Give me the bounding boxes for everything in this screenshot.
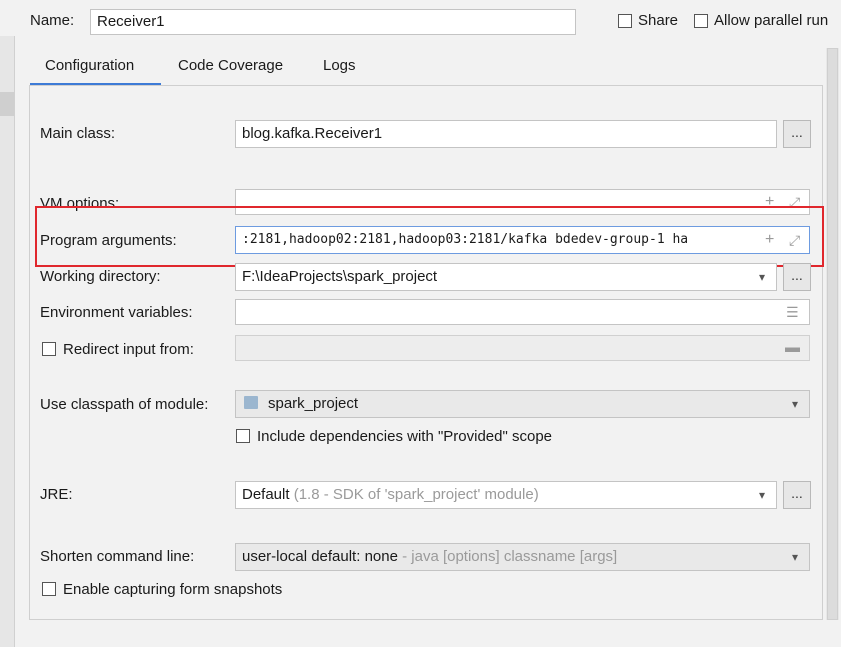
share-label: Share xyxy=(638,12,679,29)
shorten-command-line-label: Shorten command line: xyxy=(40,548,195,565)
redirect-input-folder-icon: ▬ xyxy=(785,339,800,356)
enable-form-snapshots-checkbox[interactable] xyxy=(42,582,56,596)
enable-form-snapshots-label: Enable capturing form snapshots xyxy=(63,581,283,598)
shorten-command-line-select[interactable]: user-local default: none - java [options… xyxy=(235,543,810,571)
main-class-browse-button[interactable]: ... xyxy=(783,120,811,148)
working-directory-input[interactable]: F:\IdeaProjects\spark_project xyxy=(235,263,777,291)
include-dependencies-checkbox[interactable] xyxy=(236,429,250,443)
tab-logs[interactable]: Logs xyxy=(323,55,356,77)
shorten-command-line-chevron-down-icon[interactable]: ▾ xyxy=(792,547,798,567)
redirect-input-checkbox[interactable] xyxy=(42,342,56,356)
shorten-command-line-value: user-local default: none xyxy=(242,548,398,565)
module-folder-icon xyxy=(244,396,258,409)
vertical-scrollbar-thumb[interactable] xyxy=(827,48,838,620)
classpath-module-label: Use classpath of module: xyxy=(40,396,209,413)
left-panel-selected-marker xyxy=(0,92,14,116)
allow-parallel-run-checkbox[interactable] xyxy=(694,14,708,28)
allow-parallel-run-label: Allow parallel run xyxy=(714,12,829,29)
name-input[interactable]: Receiver1 xyxy=(90,9,576,35)
jre-browse-button[interactable]: ... xyxy=(783,481,811,509)
environment-variables-document-icon[interactable]: ☰ xyxy=(786,302,799,322)
main-class-label: Main class: xyxy=(40,125,116,142)
name-label: Name: xyxy=(30,12,75,29)
jre-value: Default xyxy=(242,486,290,503)
include-dependencies-label: Include dependencies with "Provided" sco… xyxy=(257,428,553,445)
redirect-input-label: Redirect input from: xyxy=(63,341,194,358)
jre-hint: (1.8 - SDK of 'spark_project' module) xyxy=(293,486,539,503)
classpath-module-select[interactable]: spark_project xyxy=(235,390,810,418)
shorten-command-line-hint: - java [options] classname [args] xyxy=(402,548,618,565)
tab-code-coverage[interactable]: Code Coverage xyxy=(178,55,283,77)
jre-chevron-down-icon[interactable]: ▾ xyxy=(759,485,765,505)
working-directory-browse-button[interactable]: ... xyxy=(783,263,811,291)
share-checkbox[interactable] xyxy=(618,14,632,28)
environment-variables-input[interactable] xyxy=(235,299,810,325)
environment-variables-label: Environment variables: xyxy=(40,304,193,321)
main-class-input[interactable]: blog.kafka.Receiver1 xyxy=(235,120,777,148)
jre-label: JRE: xyxy=(40,486,73,503)
jre-select[interactable]: Default (1.8 - SDK of 'spark_project' mo… xyxy=(235,481,777,509)
working-directory-chevron-down-icon[interactable]: ▾ xyxy=(759,267,765,287)
redirect-input-field xyxy=(235,335,810,361)
left-panel-strip xyxy=(0,36,15,647)
highlight-frame xyxy=(35,206,824,267)
classpath-module-chevron-down-icon[interactable]: ▾ xyxy=(792,394,798,414)
working-directory-label: Working directory: xyxy=(40,268,161,285)
tab-configuration[interactable]: Configuration xyxy=(45,55,134,77)
